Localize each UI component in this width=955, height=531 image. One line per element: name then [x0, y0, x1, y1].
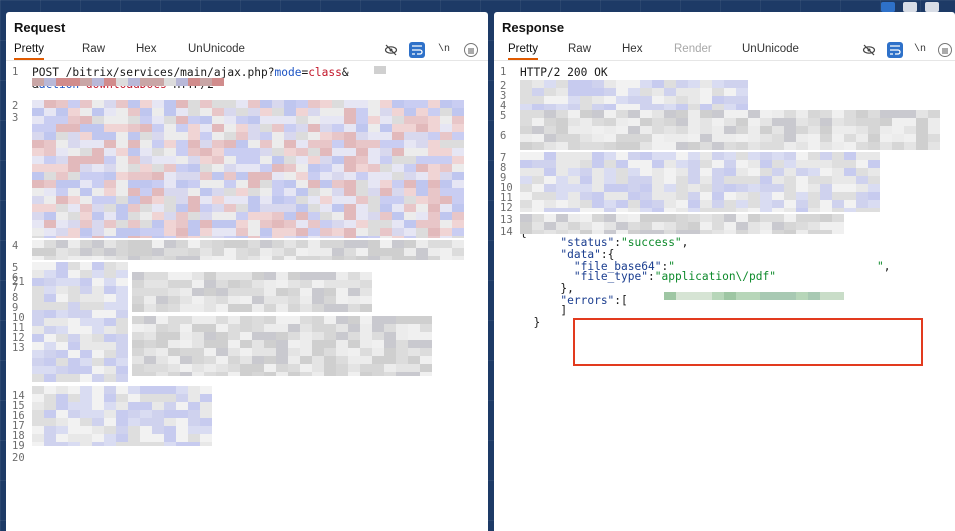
- eye-slash-icon[interactable]: [384, 43, 398, 57]
- code-token: class: [308, 66, 342, 79]
- code-token: :[: [614, 294, 628, 307]
- redacted-block: [32, 78, 232, 86]
- menu-icon[interactable]: [938, 43, 952, 57]
- wrap-lines-icon[interactable]: [409, 42, 425, 58]
- response-tabs: Pretty Raw Hex Render UnUnicode \n: [494, 40, 955, 61]
- line-number: 14: [500, 226, 513, 238]
- tab-ununicode[interactable]: UnUnicode: [742, 43, 799, 58]
- line-number: 21: [12, 276, 25, 288]
- code-token: mode: [274, 66, 302, 79]
- request-title: Request: [14, 20, 66, 35]
- layout-cols-icon[interactable]: [925, 2, 939, 12]
- line-number: 6: [500, 130, 507, 142]
- tab-ununicode[interactable]: UnUnicode: [188, 43, 245, 58]
- newline-toggle[interactable]: \n: [914, 44, 926, 55]
- redacted-block: [32, 240, 472, 260]
- redacted-block: [520, 110, 940, 150]
- tab-pretty[interactable]: Pretty: [508, 43, 539, 60]
- code-token: :: [647, 270, 655, 283]
- code-token: }: [520, 316, 541, 329]
- highlight-box: [573, 318, 923, 366]
- redacted-block: [664, 292, 854, 300]
- redacted-block: [32, 386, 212, 446]
- eye-slash-icon[interactable]: [862, 43, 876, 57]
- line-number: 1: [12, 66, 19, 78]
- request-tabs: Pretty Raw Hex UnUnicode \n: [6, 40, 488, 61]
- redacted-block: [32, 262, 132, 382]
- code-token: "success": [621, 236, 682, 249]
- code-token: ": [877, 260, 884, 273]
- redacted-block: [374, 66, 394, 74]
- code-line: HTTP/2 200 OK: [520, 66, 608, 79]
- newline-toggle[interactable]: \n: [438, 44, 450, 55]
- code-token: HTTP/2 200 OK: [520, 66, 608, 79]
- response-panel: Response Pretty Raw Hex Render UnUnicode…: [494, 12, 955, 531]
- response-title: Response: [502, 20, 565, 35]
- line-number: 3: [12, 112, 19, 124]
- window-controls: [873, 0, 955, 12]
- line-number: 2: [12, 100, 19, 112]
- tab-hex[interactable]: Hex: [622, 43, 642, 58]
- layout-rows-icon[interactable]: [903, 2, 917, 12]
- response-editor[interactable]: 1HTTP/2 200 OK234567891011121314{ "statu…: [494, 66, 955, 531]
- tab-raw[interactable]: Raw: [568, 43, 591, 58]
- code-token: ,: [883, 260, 891, 273]
- redacted-block: [520, 152, 880, 212]
- line-number: 13: [500, 214, 513, 226]
- code-line: }: [520, 316, 540, 329]
- code-token: ,: [681, 236, 689, 249]
- line-number: 13: [12, 342, 25, 354]
- code-token: "application\/pdf": [654, 270, 776, 283]
- request-panel: Request Pretty Raw Hex UnUnicode \n 1PO: [6, 12, 488, 531]
- tab-raw[interactable]: Raw: [82, 43, 105, 58]
- redacted-block: [520, 214, 850, 234]
- line-number: 5: [500, 110, 507, 122]
- code-token: &: [341, 66, 349, 79]
- tab-hex[interactable]: Hex: [136, 43, 156, 58]
- line-number: 19: [12, 440, 25, 452]
- request-editor[interactable]: 1 POST /bitrix/services/main/ajax.php?mod…: [6, 66, 488, 531]
- line-number: 12: [500, 202, 513, 214]
- redacted-block: [132, 316, 432, 376]
- line-number: 1: [500, 66, 507, 78]
- tab-render[interactable]: Render: [674, 43, 712, 58]
- menu-icon[interactable]: [464, 43, 478, 57]
- tab-pretty[interactable]: Pretty: [14, 43, 45, 60]
- line-number: 4: [12, 240, 19, 252]
- wrap-lines-icon[interactable]: [887, 42, 903, 58]
- line-number: 20: [12, 452, 25, 464]
- layout-split-icon[interactable]: [881, 2, 895, 12]
- redacted-block: [132, 272, 372, 312]
- redacted-block: [32, 100, 472, 238]
